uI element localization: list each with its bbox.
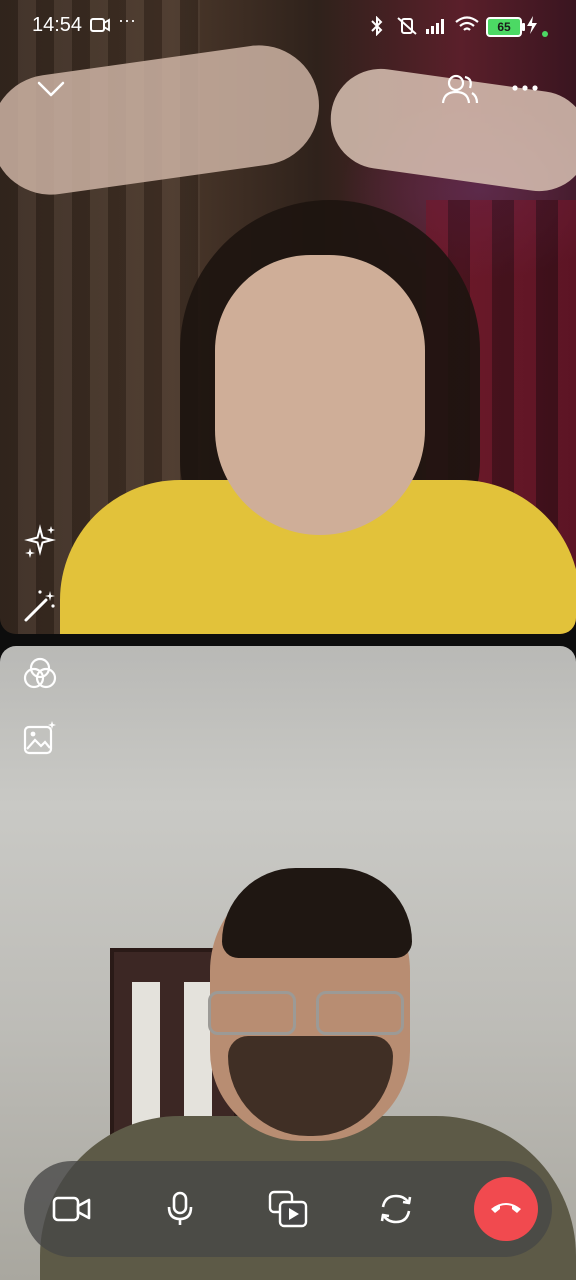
status-bar: 14:54 ··· 65 (0, 0, 576, 56)
call-controls-bar (24, 1161, 552, 1257)
wifi-icon (455, 16, 479, 39)
status-time: 14:54 (32, 14, 83, 36)
status-dot (541, 22, 549, 43)
magic-wand-icon[interactable] (20, 586, 60, 626)
end-call-button[interactable] (474, 1177, 538, 1241)
filters-icon[interactable] (20, 654, 60, 694)
vibrate-icon (396, 16, 418, 41)
effects-sparkle-icon[interactable] (20, 522, 60, 562)
bluetooth-icon (370, 15, 384, 41)
camera-icon[interactable] (48, 1185, 96, 1233)
end-call-icon (489, 1199, 523, 1220)
video-icon (90, 17, 110, 38)
charging-icon (526, 15, 538, 40)
share-screen-icon[interactable] (264, 1185, 312, 1233)
more-options-icon[interactable] (508, 76, 542, 100)
more-dots-icon: ··· (118, 10, 136, 30)
participants-icon[interactable] (438, 70, 482, 108)
signal-icon (426, 18, 448, 39)
remote-video[interactable] (0, 0, 576, 634)
flip-camera-icon[interactable] (372, 1185, 420, 1233)
background-image-icon[interactable] (20, 718, 60, 758)
local-person-hair (222, 868, 412, 958)
local-person-glasses (208, 991, 404, 1035)
microphone-icon[interactable] (156, 1185, 204, 1233)
remote-person-face (215, 255, 425, 535)
battery-icon: 65 (486, 17, 525, 37)
collapse-chevron-icon[interactable] (34, 74, 68, 104)
